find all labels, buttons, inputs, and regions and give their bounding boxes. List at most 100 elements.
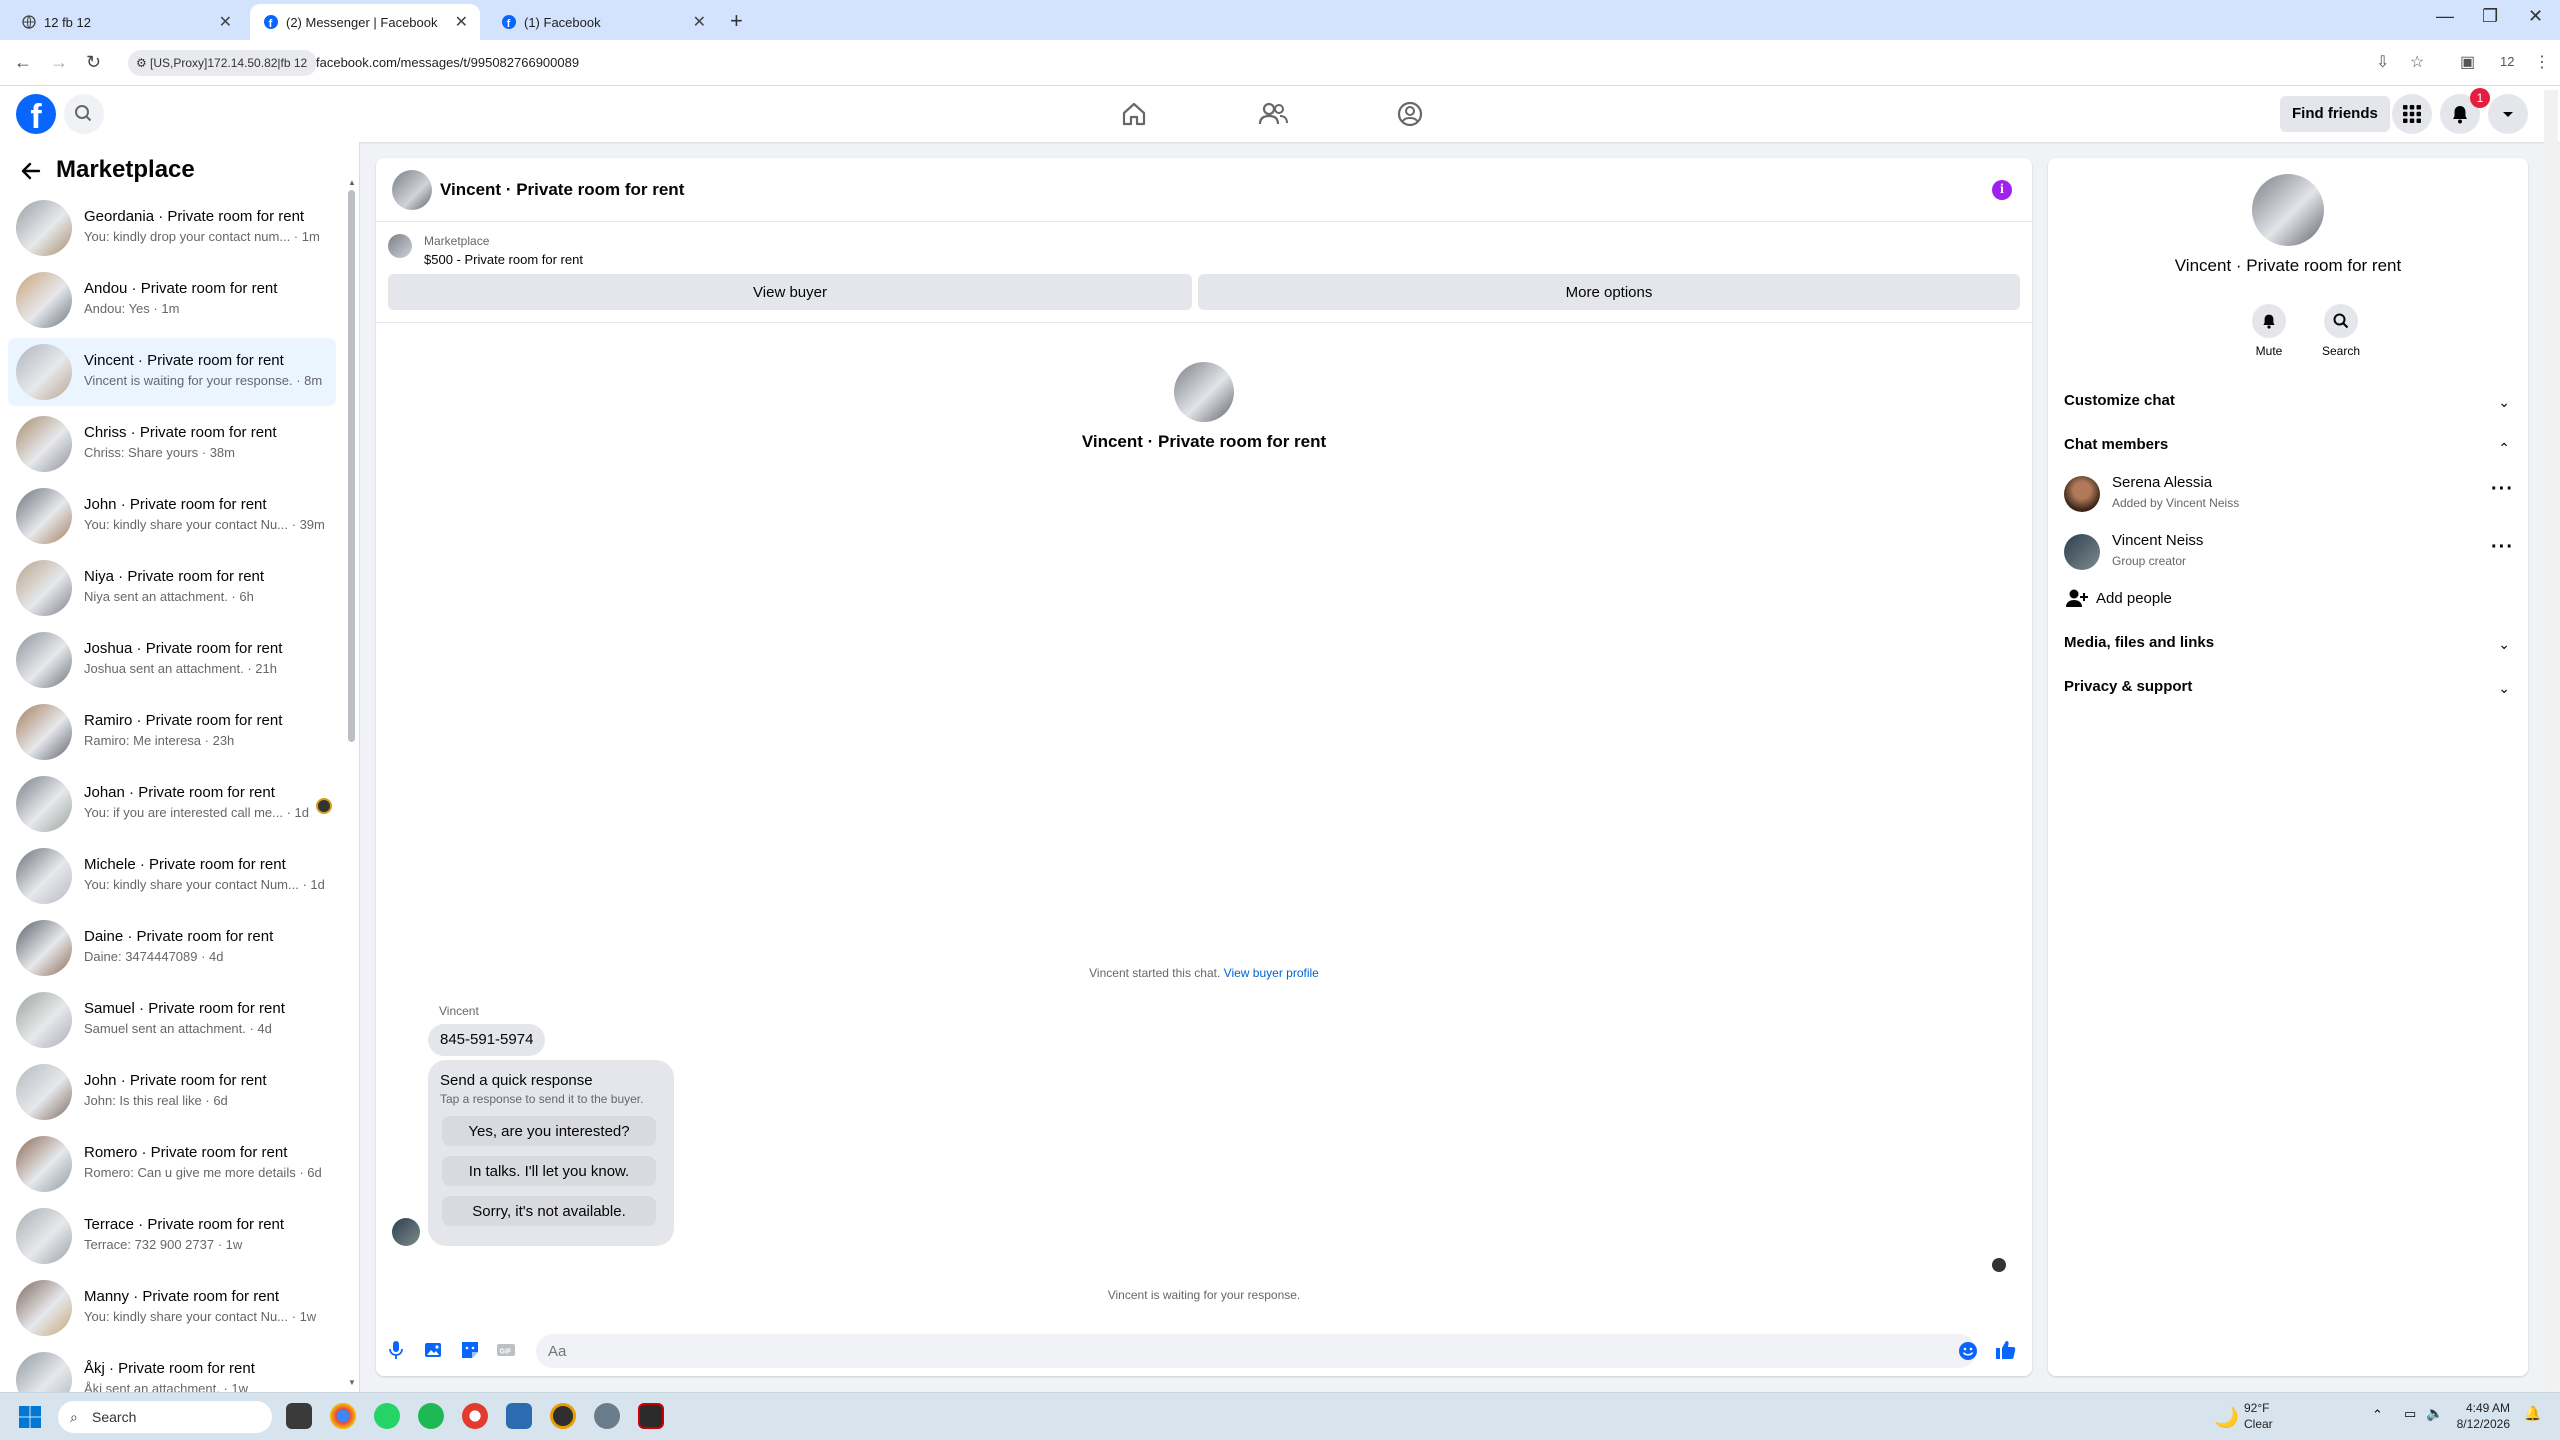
conversation-item[interactable]: Vincent · Private room for rent Vincent i… [8, 338, 336, 406]
avatar[interactable] [1174, 362, 1234, 422]
message-bubble[interactable]: 845-591-5974 [428, 1024, 546, 1056]
conversation-item[interactable]: Ramiro · Private room for rent Ramiro: Me… [8, 698, 336, 766]
search-button[interactable] [64, 94, 104, 134]
quick-response-in-talks[interactable]: In talks. I'll let you know. [442, 1156, 656, 1186]
groups-icon[interactable] [1396, 100, 1424, 128]
conversation-item[interactable]: Michele · Private room for rent You: kind… [8, 842, 336, 910]
conversation-item[interactable]: Samuel · Private room for rent Samuel sen… [8, 986, 336, 1054]
account-button[interactable] [2488, 94, 2528, 134]
customize-chat-row[interactable]: Customize chat [2064, 392, 2175, 409]
facebook-logo[interactable]: f [16, 94, 56, 134]
url-input[interactable]: facebook.com/messages/t/995082766900089 [316, 55, 579, 70]
close-window-icon[interactable]: ✕ [2528, 6, 2543, 27]
profile-badge[interactable]: 12 [2500, 54, 2514, 69]
conversation-item[interactable]: Andou · Private room for rent Andou: Yes … [8, 266, 336, 334]
privacy-support-row[interactable]: Privacy & support [2064, 678, 2192, 695]
avatar[interactable] [2252, 174, 2324, 246]
menu-button[interactable] [2392, 94, 2432, 134]
new-tab-icon[interactable]: + [730, 8, 743, 34]
conversation-item[interactable]: Terrace · Private room for rent Terrace: … [8, 1202, 336, 1270]
avatar[interactable] [2064, 476, 2100, 512]
conversation-item[interactable]: Joshua · Private room for rent Joshua sen… [8, 626, 336, 694]
conversation-item[interactable]: John · Private room for rent You: kindly … [8, 482, 336, 550]
more-icon[interactable]: ··· [2491, 536, 2514, 559]
chevron-down-icon[interactable]: ⌄ [2498, 394, 2510, 411]
search-in-chat-button[interactable] [2324, 304, 2358, 338]
member-name[interactable]: Serena Alessia [2112, 474, 2212, 491]
chevron-down-icon[interactable]: ⌄ [2498, 636, 2510, 653]
forward-icon[interactable]: → [50, 52, 68, 73]
avatar[interactable] [392, 170, 432, 210]
page-scrollbar[interactable] [2544, 90, 2558, 1390]
taskbar-search[interactable]: ⌕ Search [58, 1401, 272, 1433]
browser-tab-2[interactable]: f (2) Messenger | Facebook ✕ [250, 4, 480, 40]
scroll-up-icon[interactable]: ▲ [348, 178, 356, 187]
browser-tab-1[interactable]: 12 fb 12 ✕ [8, 4, 244, 40]
browser-tab-3[interactable]: f (1) Facebook ✕ [488, 4, 718, 40]
listing-thumbnail[interactable] [388, 234, 412, 258]
clock-date[interactable]: 8/12/2026 [2440, 1417, 2510, 1431]
minimize-icon[interactable]: — [2436, 6, 2454, 27]
clock-time[interactable]: 4:49 AM [2450, 1401, 2510, 1415]
chevron-down-icon[interactable]: ⌄ [2498, 680, 2510, 697]
quick-response-sorry[interactable]: Sorry, it's not available. [442, 1196, 656, 1226]
close-icon[interactable]: ✕ [219, 12, 232, 32]
add-people-label[interactable]: Add people [2096, 590, 2172, 607]
back-icon[interactable]: ← [14, 52, 32, 73]
kebab-menu-icon[interactable]: ⋮ [2534, 52, 2550, 72]
conversation-item[interactable]: Niya · Private room for rent Niya sent an… [8, 554, 336, 622]
avatar[interactable] [392, 1218, 420, 1246]
settings-gear-icon[interactable] [594, 1403, 620, 1429]
whatsapp-icon[interactable] [374, 1403, 400, 1429]
home-icon[interactable] [1120, 100, 1148, 128]
spotify-icon[interactable] [418, 1403, 444, 1429]
back-arrow-icon[interactable] [20, 160, 42, 182]
chat-title[interactable]: Vincent · Private room for rent [440, 180, 684, 200]
notification-bell-icon[interactable]: 🔔 [2524, 1405, 2541, 1422]
app-icon[interactable] [550, 1403, 576, 1429]
conversation-item[interactable]: Åkj · Private room for rent Åkj sent an a… [8, 1346, 336, 1392]
avatar[interactable] [2064, 534, 2100, 570]
mute-button[interactable] [2252, 304, 2286, 338]
conversation-item[interactable]: Daine · Private room for rent Daine: 3474… [8, 914, 336, 982]
media-files-links-row[interactable]: Media, files and links [2064, 634, 2214, 651]
more-icon[interactable]: ··· [2491, 478, 2514, 501]
conversation-item[interactable]: Johan · Private room for rent You: if you… [8, 770, 336, 838]
chevron-up-icon[interactable]: ⌃ [2498, 440, 2510, 457]
conversation-item[interactable]: Romero · Private room for rent Romero: Ca… [8, 1130, 336, 1198]
conversation-item[interactable]: Manny · Private room for rent You: kindly… [8, 1274, 336, 1342]
browser-app-icon[interactable] [462, 1403, 488, 1429]
info-icon[interactable]: i [1992, 180, 2012, 200]
close-icon[interactable]: ✕ [455, 12, 468, 32]
thumbs-up-icon[interactable] [1994, 1339, 2016, 1361]
sticker-icon[interactable] [460, 1340, 480, 1360]
scroll-down-icon[interactable]: ▼ [348, 1378, 356, 1387]
message-input[interactable] [536, 1334, 1976, 1368]
network-icon[interactable]: ▭ [2404, 1406, 2416, 1422]
conversation-item[interactable]: Geordania · Private room for rent You: ki… [8, 194, 336, 262]
install-icon[interactable]: ⇩ [2376, 52, 2389, 72]
quick-response-yes[interactable]: Yes, are you interested? [442, 1116, 656, 1146]
microphone-icon[interactable] [388, 1340, 404, 1360]
gif-icon[interactable]: GIF [496, 1340, 516, 1360]
photo-icon[interactable] [424, 1340, 444, 1360]
close-icon[interactable]: ✕ [693, 12, 706, 32]
friends-icon[interactable] [1258, 100, 1288, 128]
more-options-button[interactable]: More options [1198, 274, 2020, 310]
emoji-icon[interactable] [1958, 1341, 1978, 1361]
conversation-item[interactable]: John · Private room for rent John: Is thi… [8, 1058, 336, 1126]
restore-icon[interactable]: ❐ [2482, 6, 2498, 27]
proxy-chip[interactable]: ⚙ [US,Proxy]172.14.50.82|fb 12 [128, 50, 318, 76]
find-friends-button[interactable]: Find friends [2280, 96, 2390, 132]
star-icon[interactable]: ☆ [2410, 52, 2424, 72]
tray-chevron-icon[interactable]: ⌃ [2372, 1407, 2383, 1423]
add-person-icon[interactable] [2066, 588, 2088, 608]
extensions-icon[interactable]: ▣ [2460, 52, 2475, 72]
reload-icon[interactable]: ↻ [86, 52, 101, 73]
view-buyer-button[interactable]: View buyer [388, 274, 1192, 310]
windows-start-icon[interactable] [18, 1405, 42, 1429]
chrome-icon[interactable] [330, 1403, 356, 1429]
notepad-icon[interactable] [506, 1403, 532, 1429]
conversation-item[interactable]: Chriss · Private room for rent Chriss: Sh… [8, 410, 336, 478]
sidebar-scrollbar[interactable] [348, 190, 355, 742]
